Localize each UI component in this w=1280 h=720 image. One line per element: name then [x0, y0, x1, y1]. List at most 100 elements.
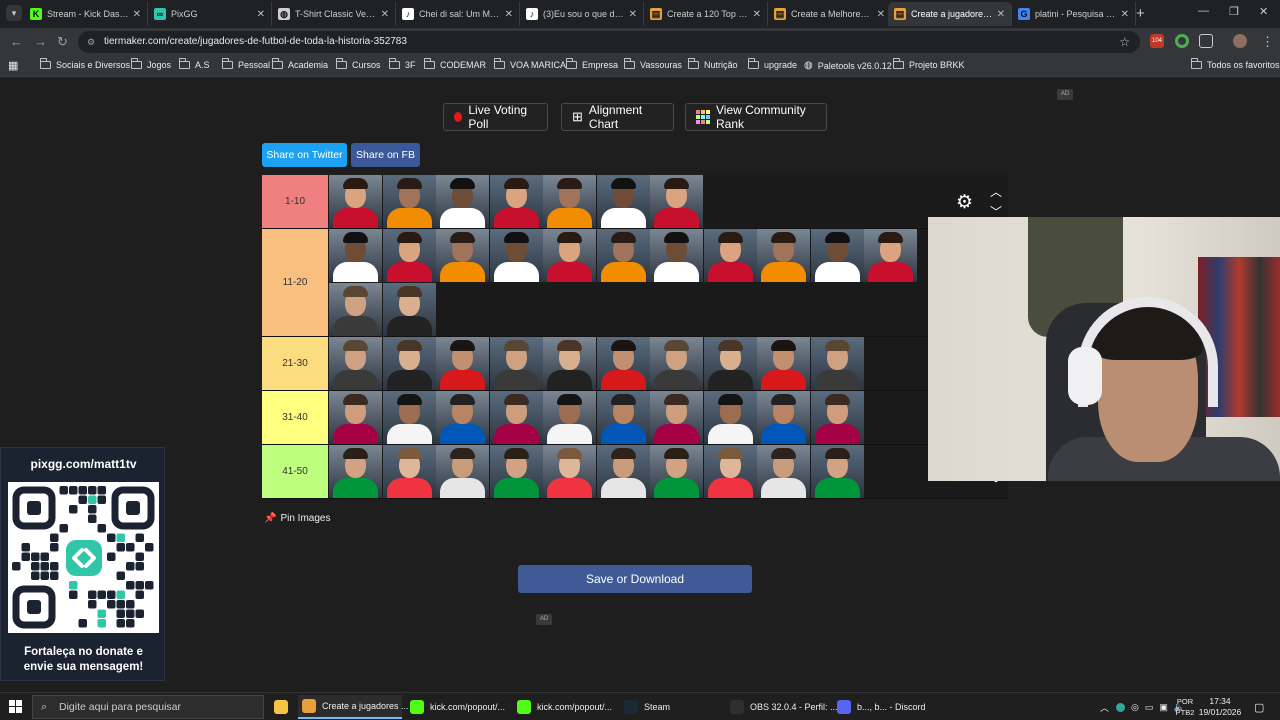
settings-gear-icon[interactable]: ⚙ [956, 191, 973, 214]
save-download-button[interactable]: Save or Download [518, 565, 752, 593]
bookmark-item[interactable]: Projeto BRKK [892, 58, 965, 70]
tray-expand-icon[interactable]: ︿ [1096, 695, 1109, 719]
player-image[interactable] [382, 445, 436, 498]
player-image[interactable] [436, 445, 489, 498]
close-tab-icon[interactable]: ✕ [877, 9, 885, 20]
player-image[interactable] [596, 391, 650, 444]
file-explorer-icon[interactable] [270, 695, 292, 719]
browser-tab[interactable]: ♪ Chei di sal: Um Meme ✕ [396, 2, 520, 26]
player-image[interactable] [703, 445, 757, 498]
close-tab-icon[interactable]: ✕ [257, 9, 265, 20]
player-image[interactable] [596, 229, 650, 282]
player-image[interactable] [436, 391, 489, 444]
player-image[interactable] [703, 229, 757, 282]
extension-green-icon[interactable] [1175, 34, 1189, 48]
tier-label[interactable]: 41-50 [262, 445, 328, 498]
share-fb-button[interactable]: Share on FB [351, 143, 420, 167]
back-icon[interactable]: ← [10, 34, 23, 49]
move-up-icon[interactable]: ︿ [990, 183, 1002, 200]
close-tab-icon[interactable]: ✕ [997, 9, 1005, 20]
close-tab-icon[interactable]: ✕ [133, 9, 141, 20]
player-image[interactable] [489, 445, 543, 498]
player-image[interactable] [543, 175, 596, 228]
close-tab-icon[interactable]: ✕ [505, 9, 513, 20]
browser-tab[interactable]: ▤ Create a Melhores lu ✕ [768, 2, 892, 26]
minimize-icon[interactable]: — [1198, 5, 1209, 17]
bookmark-item[interactable]: A.S [178, 58, 210, 70]
extensions-puzzle-icon[interactable] [1199, 34, 1213, 48]
player-image[interactable] [757, 229, 810, 282]
input-language[interactable]: POR PTB2 [1170, 696, 1200, 718]
browser-tab[interactable]: ▤ Create a 120 Top One ✕ [644, 2, 768, 26]
player-image[interactable] [329, 229, 382, 282]
player-image[interactable] [489, 175, 543, 228]
player-image[interactable] [810, 229, 864, 282]
new-tab-icon[interactable]: + [1136, 5, 1145, 22]
close-tab-icon[interactable]: ✕ [753, 9, 761, 20]
player-image[interactable] [489, 337, 543, 390]
bookmark-star-icon[interactable]: ☆ [1119, 31, 1130, 53]
bookmark-item[interactable]: Jogos [130, 58, 171, 70]
player-image[interactable] [382, 229, 436, 282]
player-image[interactable] [489, 391, 543, 444]
taskbar-clock[interactable]: 17:34 19/01/2026 [1198, 696, 1242, 718]
player-image[interactable] [703, 337, 757, 390]
restore-icon[interactable]: ❐ [1229, 5, 1239, 18]
player-image[interactable] [596, 445, 650, 498]
player-image[interactable] [757, 445, 810, 498]
player-image[interactable] [810, 391, 864, 444]
browser-tab[interactable]: ◍ T-Shirt Classic Vectra ✕ [272, 2, 396, 26]
player-image[interactable] [329, 445, 382, 498]
player-image[interactable] [489, 229, 543, 282]
alignment-chart-button[interactable]: ⊞ Alignment Chart [561, 103, 674, 131]
taskbar-app-button[interactable]: OBS 32.0.4 - Perfil: ... [726, 695, 838, 719]
taskbar-app-button[interactable]: Create a jugadores ... [298, 695, 409, 719]
browser-tab[interactable]: Gplatini - Pesquisa Goo ✕ [1012, 2, 1136, 26]
player-image[interactable] [329, 337, 382, 390]
player-image[interactable] [650, 337, 703, 390]
all-bookmarks-folder[interactable]: Todos os favoritos [1190, 58, 1280, 70]
player-image[interactable] [543, 229, 596, 282]
player-image[interactable] [864, 229, 917, 282]
apps-grid-icon[interactable]: ▦ [8, 59, 18, 72]
bookmark-item[interactable]: Sociais e Diversos [39, 58, 130, 70]
player-image[interactable] [650, 175, 703, 228]
bookmark-item[interactable]: upgrade [747, 58, 797, 70]
extension-badge-icon[interactable]: 104 [1150, 34, 1164, 48]
taskbar-app-button[interactable]: kick.com/popout/... [406, 695, 510, 719]
tier-label[interactable]: 31-40 [262, 391, 328, 444]
taskbar-app-button[interactable]: kick.com/popout/... [513, 695, 617, 719]
bookmark-item[interactable]: CODEMAR [423, 58, 486, 70]
player-image[interactable] [329, 175, 382, 228]
player-image[interactable] [382, 283, 436, 336]
menu-kebab-icon[interactable]: ⋮ [1261, 34, 1274, 50]
tab-search-icon[interactable]: ▾ [6, 5, 22, 21]
bookmark-item[interactable]: Cursos [335, 58, 381, 70]
profile-avatar[interactable] [1233, 34, 1247, 48]
network-icon[interactable]: ▭ [1145, 702, 1154, 713]
view-community-rank-button[interactable]: View Community Rank [685, 103, 827, 131]
player-image[interactable] [810, 445, 864, 498]
player-image[interactable] [757, 391, 810, 444]
player-image[interactable] [329, 283, 382, 336]
tier-label[interactable]: 21-30 [262, 337, 328, 390]
address-bar[interactable]: ⚙ tiermaker.com/create/jugadores-de-futb… [78, 31, 1140, 53]
close-tab-icon[interactable]: ✕ [381, 9, 389, 20]
share-twitter-button[interactable]: Share on Twitter [262, 143, 347, 167]
player-image[interactable] [596, 175, 650, 228]
bookmark-item[interactable]: Academia [271, 58, 328, 70]
bookmark-item[interactable]: Nutrição [687, 58, 738, 70]
tray-app-icon[interactable] [1116, 702, 1125, 712]
display-icon[interactable]: ▣ [1159, 702, 1168, 713]
reload-icon[interactable]: ↻ [57, 34, 68, 50]
player-image[interactable] [543, 391, 596, 444]
notifications-icon[interactable]: ▢ [1250, 695, 1264, 719]
browser-tab[interactable]: ∞ PixGG ✕ [148, 2, 272, 26]
browser-tab[interactable]: K Stream - Kick Dashbo ✕ [24, 2, 148, 26]
bookmark-item[interactable]: VOA MARICA [493, 58, 566, 70]
player-image[interactable] [543, 445, 596, 498]
player-image[interactable] [436, 229, 489, 282]
live-voting-poll-button[interactable]: Live Voting Poll [443, 103, 548, 131]
player-image[interactable] [596, 337, 650, 390]
player-image[interactable] [543, 337, 596, 390]
